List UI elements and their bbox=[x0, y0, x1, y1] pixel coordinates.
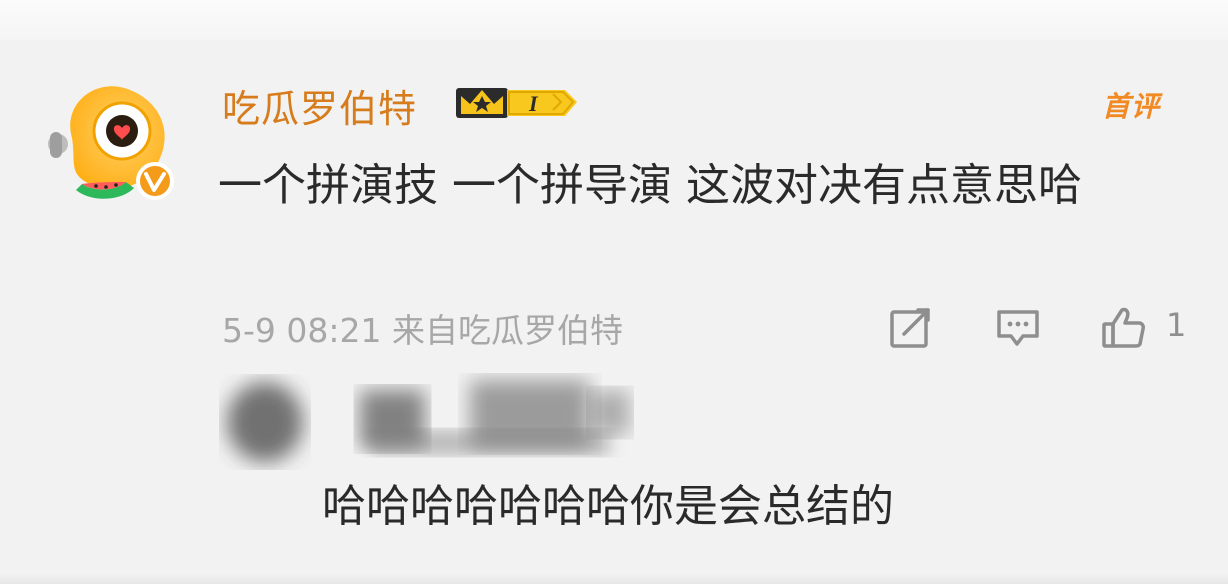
repost-icon[interactable] bbox=[888, 304, 934, 350]
top-area bbox=[0, 0, 1228, 40]
comment-source: 来自吃瓜罗伯特 bbox=[392, 311, 623, 350]
comment-author[interactable]: 吃瓜罗伯特 bbox=[222, 78, 417, 133]
like-count: 1 bbox=[1166, 306, 1187, 344]
crown-icon bbox=[456, 88, 508, 118]
verified-v-icon bbox=[136, 162, 174, 200]
first-comment-tag: 首评 bbox=[1102, 90, 1161, 123]
crown-level-badge: I bbox=[455, 80, 580, 124]
top-cropped-text: ⋯ bbox=[1010, 0, 1040, 13]
user-avatar[interactable] bbox=[42, 78, 182, 208]
bottom-edge bbox=[0, 574, 1228, 584]
comment-icon[interactable] bbox=[995, 304, 1041, 350]
reply-text: 哈哈哈哈哈哈哈你是会总结的 bbox=[322, 481, 894, 532]
blurred-reply-user bbox=[210, 360, 690, 480]
like-icon[interactable] bbox=[1100, 304, 1146, 350]
comment-text: 一个拼演技 一个拼导演 这波对决有点意思哈 bbox=[218, 160, 1082, 211]
comment-timestamp: 5-9 08:21 bbox=[222, 311, 382, 350]
comment-meta: 5-9 08:21 来自吃瓜罗伯特 bbox=[222, 304, 623, 352]
level-badge-text: I bbox=[528, 91, 539, 116]
